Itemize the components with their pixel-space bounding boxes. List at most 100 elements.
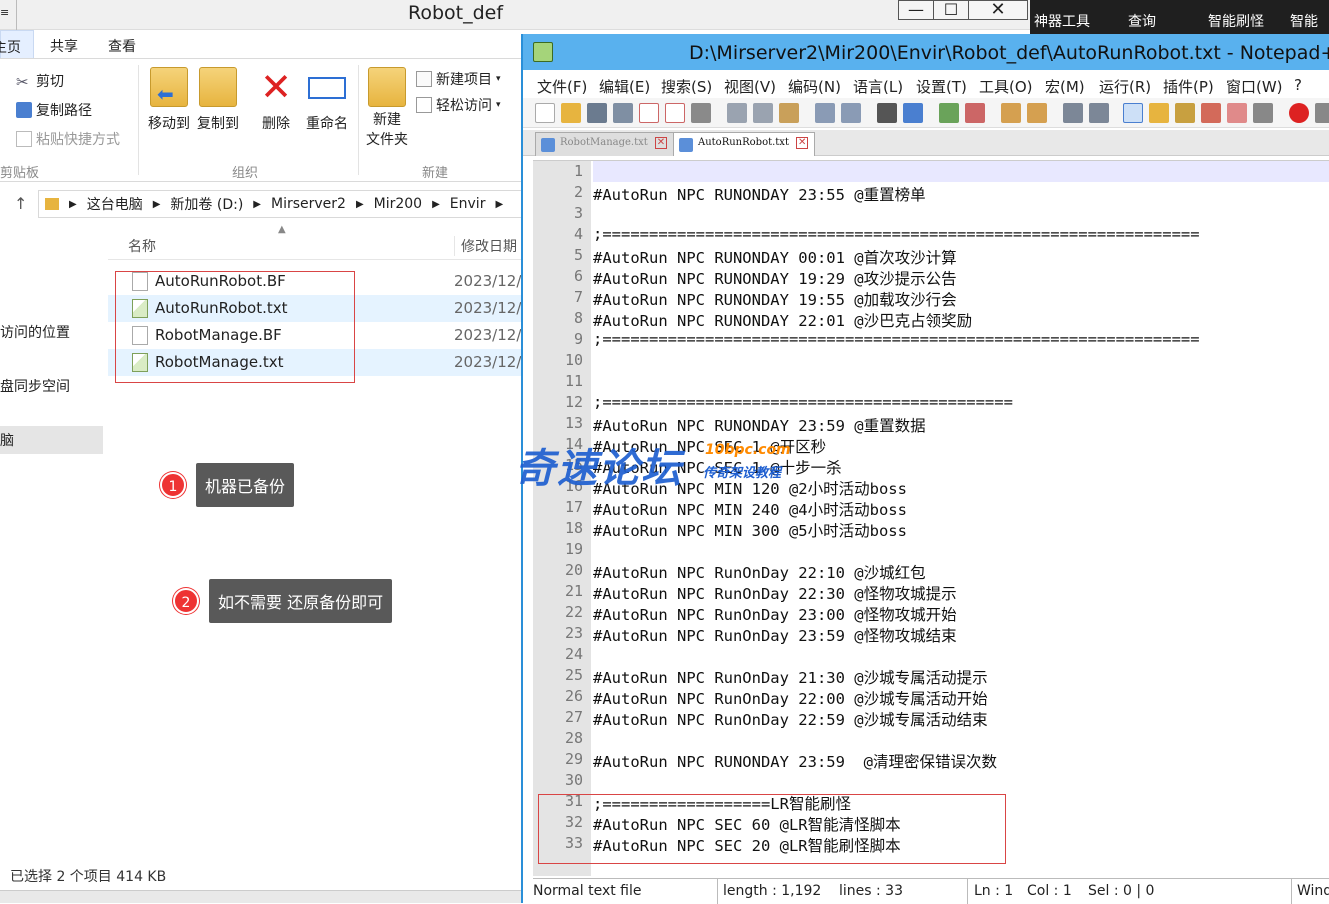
code-line[interactable]: 23 #AutoRun NPC RunOnDay 23:59 @怪物攻城结束 [565,623,1329,645]
up-arrow-icon[interactable]: ↑ [14,194,27,213]
close-all-icon[interactable] [665,103,685,123]
save-icon[interactable] [587,103,607,123]
breadcrumb-item-this-pc[interactable]: 这台电脑 [87,194,143,214]
code-line[interactable]: 16 #AutoRun NPC MIN 120 @2小时活动boss [565,476,1329,498]
tab-autorunrobot[interactable]: AutoRunRobot.txt ✕ [673,132,816,156]
tab-home[interactable]: 主页 [0,30,34,58]
code-line[interactable]: 13 #AutoRun NPC RUNONDAY 23:59 @重置数据 [565,413,1329,435]
breadcrumb-item-drive-d[interactable]: 新加卷 (D:) [170,194,243,214]
chevron-right-icon[interactable]: ▶ [69,199,77,210]
code-line[interactable]: 2 #AutoRun NPC RUNONDAY 23:55 @重置榜单 [574,182,1329,204]
tab-share[interactable]: 共享 [50,36,78,56]
new-folder-button[interactable]: 新建 文件夹 [362,67,412,149]
close-file-icon[interactable] [639,103,659,123]
delete-button[interactable]: ✕ 删除 [254,67,298,133]
code-line[interactable]: 4 ;======================================… [574,224,1329,245]
close-tab-icon[interactable]: ✕ [654,137,667,149]
indent-guide-icon[interactable] [1123,103,1143,123]
nav-item-this-pc[interactable]: 脑 [0,426,103,454]
code-line[interactable]: 6 #AutoRun NPC RUNONDAY 19:29 @攻沙提示公告 [574,266,1329,288]
menu-language[interactable]: 语言(L) [853,76,903,97]
minimize-button[interactable]: — [898,0,934,20]
redo-icon[interactable] [841,103,861,123]
sync-h-icon[interactable] [1027,103,1047,123]
code-line[interactable]: 28 [565,728,1329,749]
cut-icon[interactable] [727,103,747,123]
chevron-right-icon[interactable]: ▶ [356,199,364,210]
zoom-out-icon[interactable] [965,103,985,123]
column-date-header[interactable]: 修改日期 [454,236,517,256]
word-wrap-icon[interactable] [1063,103,1083,123]
chevron-right-icon[interactable]: ▶ [495,199,503,210]
code-line[interactable]: 29 #AutoRun NPC RUNONDAY 23:59 @清理密保错误次数 [565,749,1329,771]
zoom-in-icon[interactable] [939,103,959,123]
code-line[interactable]: 20 #AutoRun NPC RunOnDay 22:10 @沙城红包 [565,560,1329,582]
quick-access-menu-icon[interactable]: ≡ [0,0,17,30]
undo-icon[interactable] [815,103,835,123]
code-line[interactable]: 10 [565,350,1329,371]
copy-to-button[interactable]: 复制到 [194,67,242,133]
code-line[interactable]: 19 [565,539,1329,560]
menu-edit[interactable]: 编辑(E) [599,76,650,97]
maximize-button[interactable]: ☐ [933,0,969,20]
breadcrumb-item-mir200[interactable]: Mir200 [374,196,422,212]
copy-path-button[interactable]: 复制路径 [16,100,92,120]
menu-run[interactable]: 运行(R) [1099,76,1151,97]
code-line[interactable]: 7 #AutoRun NPC RUNONDAY 19:55 @加载攻沙行会 [574,287,1329,309]
chevron-right-icon[interactable]: ▶ [153,199,161,210]
code-line[interactable]: 3 [574,203,1329,224]
code-line[interactable]: 27 #AutoRun NPC RunOnDay 22:59 @沙城专属活动结束 [565,707,1329,729]
menu-search[interactable]: 搜索(S) [661,76,712,97]
sync-v-icon[interactable] [1001,103,1021,123]
code-line[interactable]: 14 #AutoRun NPC SEC 1 @开区秒 [565,434,1329,456]
nav-item-sync-space[interactable]: 盘同步空间 [0,376,70,396]
menu-help[interactable]: ? [1294,76,1302,94]
find-icon[interactable] [877,103,897,123]
paste-icon[interactable] [779,103,799,123]
record-macro-icon[interactable] [1289,103,1309,123]
new-item-button[interactable]: 新建项目 ▾ [416,69,501,89]
replace-icon[interactable] [903,103,923,123]
chevron-right-icon[interactable]: ▶ [253,199,261,210]
code-line[interactable]: 30 [565,770,1329,791]
code-line[interactable]: 18 #AutoRun NPC MIN 300 @5小时活动boss [565,518,1329,540]
show-symbols-icon[interactable] [1089,103,1109,123]
code-line[interactable]: 25 #AutoRun NPC RunOnDay 21:30 @沙城专属活动提示 [565,665,1329,687]
menu-view[interactable]: 视图(V) [724,76,776,97]
easy-access-button[interactable]: 轻松访问 ▾ [416,95,501,115]
taskbar-item-query[interactable]: 查询 [1128,11,1156,31]
udl-icon[interactable] [1149,103,1169,123]
column-name-header[interactable]: 名称 [128,236,156,256]
code-line[interactable]: 9 ;======================================… [574,329,1329,350]
stop-macro-icon[interactable] [1315,103,1329,123]
menu-window[interactable]: 窗口(W) [1226,76,1283,97]
menu-plugins[interactable]: 插件(P) [1163,76,1214,97]
doc-map-icon[interactable] [1175,103,1195,123]
monitoring-icon[interactable] [1253,103,1273,123]
breadcrumb[interactable]: ▶ 这台电脑 ▶ 新加卷 (D:) ▶ Mirserver2 ▶ Mir200 … [38,190,522,218]
menu-encoding[interactable]: 编码(N) [788,76,841,97]
print-icon[interactable] [691,103,711,123]
folder-workspace-icon[interactable] [1227,103,1247,123]
code-line[interactable]: 5 #AutoRun NPC RUNONDAY 00:01 @首次攻沙计算 [574,245,1329,267]
menu-macro[interactable]: 宏(M) [1045,76,1085,97]
taskbar-item-smart-spawn[interactable]: 智能刷怪 [1208,11,1264,31]
code-line[interactable]: 8 #AutoRun NPC RUNONDAY 22:01 @沙巴克占领奖励 [574,308,1329,330]
copy-icon[interactable] [753,103,773,123]
code-area[interactable]: 1 2 #AutoRun NPC RUNONDAY 23:55 @重置榜单 3 4 ;==… [565,161,1329,855]
close-tab-icon[interactable]: ✕ [796,137,809,149]
text-editor[interactable]: 1 2 #AutoRun NPC RUNONDAY 23:55 @重置榜单 3 4 ;==… [533,160,1329,876]
code-line[interactable]: 11 [565,371,1329,392]
move-to-button[interactable]: ⬅ 移动到 [146,67,192,133]
code-line[interactable]: 22 #AutoRun NPC RunOnDay 23:00 @怪物攻城开始 [565,602,1329,624]
rename-button[interactable]: 重命名 [302,67,352,133]
save-all-icon[interactable] [613,103,633,123]
code-line[interactable]: 1 [574,161,1329,182]
chevron-right-icon[interactable]: ▶ [432,199,440,210]
menu-tools[interactable]: 工具(O) [979,76,1033,97]
menu-settings[interactable]: 设置(T) [916,76,967,97]
code-line[interactable]: 26 #AutoRun NPC RunOnDay 22:00 @沙城专属活动开始 [565,686,1329,708]
open-file-icon[interactable] [561,103,581,123]
code-line[interactable]: 12 ;=====================================… [565,392,1329,413]
breadcrumb-item-mirserver2[interactable]: Mirserver2 [271,196,346,212]
